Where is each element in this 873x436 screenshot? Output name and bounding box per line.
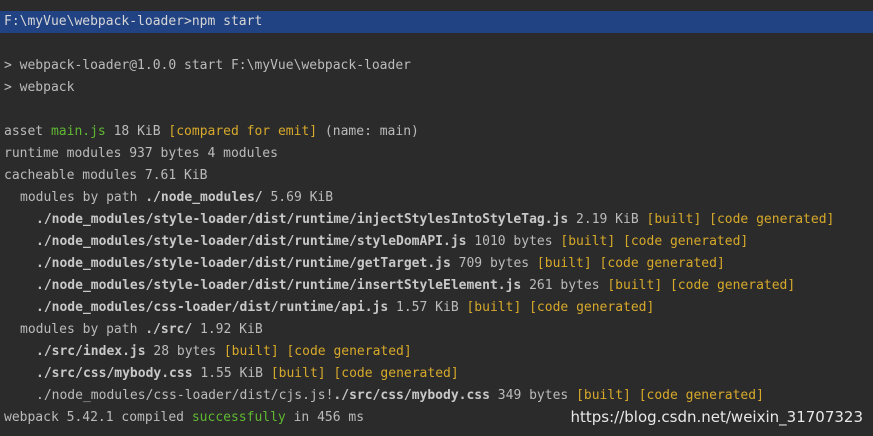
compiled-status: successfully <box>191 410 286 425</box>
module-path: ./node_modules/style-loader/dist/runtime… <box>36 234 467 249</box>
module-line: ./node_modules/style-loader/dist/runtime… <box>36 253 725 275</box>
generated-status: [code generated] <box>333 366 459 381</box>
module-size: 1010 bytes <box>466 234 561 249</box>
built-status: [built] <box>536 256 592 271</box>
generated-status: [code generated] <box>286 344 412 359</box>
module-size: 1.57 KiB <box>388 300 467 315</box>
module-size: 28 bytes <box>145 344 224 359</box>
generated-status: [code generated] <box>529 300 655 315</box>
asset-file: main.js <box>50 124 106 139</box>
built-status: [built] <box>576 388 631 403</box>
group-prefix: modules by path <box>20 190 146 205</box>
module-line: ./src/css/mybody.css 1.55 KiB [built] [c… <box>36 363 459 385</box>
group-path: ./node_modules/ <box>145 190 263 205</box>
watermark: https://blog.csdn.net/weixin_31707323 <box>570 408 863 426</box>
built-status: [built] <box>607 278 663 293</box>
module-line: ./node_modules/style-loader/dist/runtime… <box>36 275 795 297</box>
asset-suffix: (name: main) <box>317 124 419 139</box>
built-status: [built] <box>223 344 279 359</box>
built-status: [built] <box>646 212 702 227</box>
built-status: [built] <box>560 234 616 249</box>
generated-status: [code generated] <box>623 234 749 249</box>
group-path: ./src/ <box>145 322 193 337</box>
group-size: 1.92 KiB <box>192 322 263 337</box>
asset-status: [compared for emit] <box>168 124 318 139</box>
compiled-prefix: webpack 5.42.1 compiled <box>4 410 192 425</box>
module-path: ./node_modules/style-loader/dist/runtime… <box>36 278 522 293</box>
module-path: ./node_modules/style-loader/dist/runtime… <box>36 212 569 227</box>
loader-prefix: ./node_modules/css-loader/dist/cjs.js! <box>36 388 334 403</box>
module-line: ./src/index.js 28 bytes [built] [code ge… <box>36 341 412 363</box>
module-path: ./node_modules/style-loader/dist/runtime… <box>36 256 451 271</box>
generated-status: [code generated] <box>669 278 796 293</box>
generated-status: [code generated] <box>709 212 835 227</box>
module-group-line: modules by path ./src/ 1.92 KiB <box>20 319 263 341</box>
module-path: ./src/css/mybody.css <box>333 388 490 403</box>
group-size: 5.69 KiB <box>262 190 334 205</box>
module-size: 349 bytes <box>489 388 577 403</box>
command-line: F:\myVue\webpack-loader>npm start <box>4 14 263 29</box>
compiled-suffix: in 456 ms <box>285 410 365 425</box>
module-line: ./node_modules/style-loader/dist/runtime… <box>36 209 834 231</box>
module-path: ./node_modules/css-loader/dist/runtime/a… <box>36 300 389 315</box>
asset-size: 18 KiB <box>105 124 169 139</box>
terminal-output[interactable]: F:\myVue\webpack-loader>npm start > webp… <box>0 0 873 436</box>
module-size: 2.19 KiB <box>568 212 647 227</box>
runtime-modules-line: runtime modules 937 bytes 4 modules <box>4 146 278 161</box>
module-line: ./node_modules/style-loader/dist/runtime… <box>36 231 748 253</box>
built-status: [built] <box>270 366 326 381</box>
module-line: ./node_modules/css-loader/dist/runtime/a… <box>36 297 654 319</box>
asset-prefix: asset <box>4 124 51 139</box>
asset-line: asset main.js 18 KiB [compared for emit]… <box>4 121 419 143</box>
group-prefix: modules by path <box>20 322 146 337</box>
module-path: ./src/index.js <box>36 344 146 359</box>
npm-script-line: > webpack-loader@1.0.0 start F:\myVue\we… <box>4 58 411 73</box>
module-line: ./node_modules/css-loader/dist/cjs.js!./… <box>36 385 764 407</box>
cacheable-modules-line: cacheable modules 7.61 KiB <box>4 168 208 183</box>
compiled-line: webpack 5.42.1 compiled successfully in … <box>4 407 364 429</box>
module-size: 1.55 KiB <box>192 366 271 381</box>
module-path: ./src/css/mybody.css <box>36 366 193 381</box>
built-status: [built] <box>466 300 522 315</box>
module-size: 261 bytes <box>521 278 608 293</box>
generated-status: [code generated] <box>638 388 764 403</box>
module-size: 709 bytes <box>450 256 537 271</box>
npm-script-line: > webpack <box>4 80 75 95</box>
generated-status: [code generated] <box>599 256 725 271</box>
module-group-line: modules by path ./node_modules/ 5.69 KiB <box>20 187 333 209</box>
